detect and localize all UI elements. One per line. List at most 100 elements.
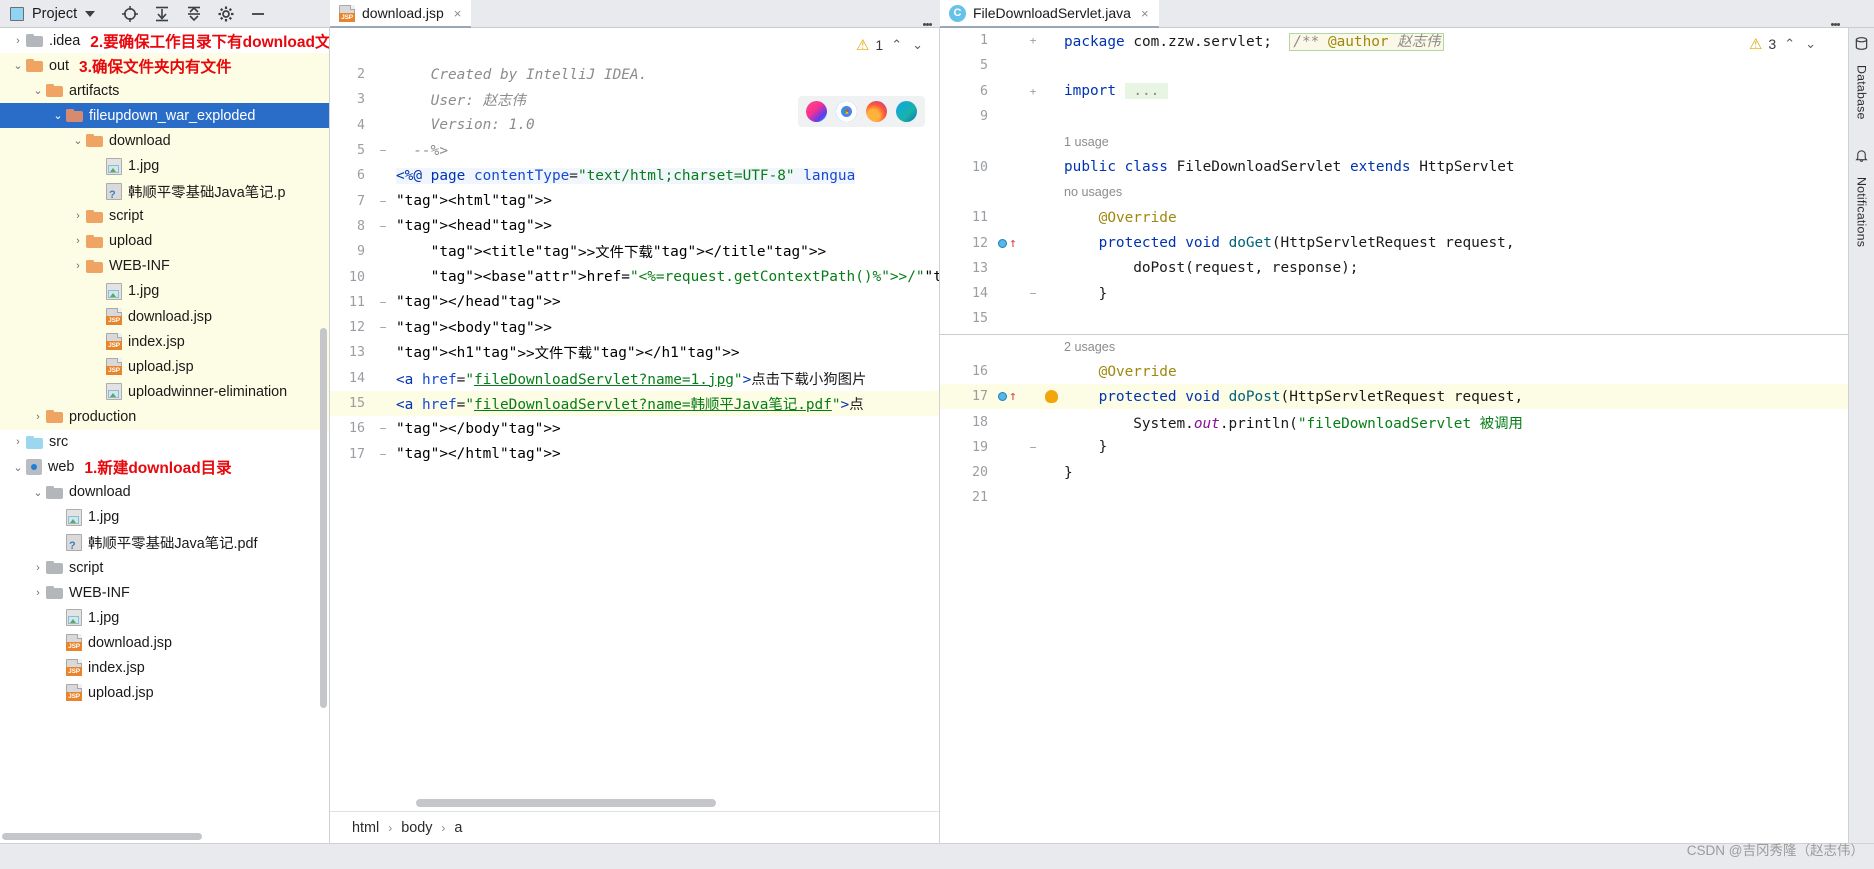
jsp-horizontal-scrollbar[interactable] (416, 799, 716, 807)
chevron-right-icon[interactable]: › (30, 562, 46, 574)
right-tab-more-icon[interactable] (1822, 21, 1848, 27)
tree-item-1-jpg[interactable]: 1.jpg (0, 153, 329, 179)
tree-item-artifacts[interactable]: ⌄ artifacts (0, 78, 329, 104)
tree-item-upload[interactable]: › upload (0, 228, 329, 254)
code-line[interactable]: 10 public class FileDownloadServlet exten… (940, 154, 1848, 179)
tree-item-idea[interactable]: › .idea 2.要确保工作目录下有download文件夹 (0, 28, 329, 53)
code-line[interactable]: 17 ↑ protected void doPost(HttpServletRequ… (940, 384, 1848, 410)
tree-item-out[interactable]: ⌄ out 3.确保文件夹内有文件 (0, 53, 329, 79)
prev-problem-icon[interactable]: ⌃ (889, 37, 904, 53)
expand-all-icon[interactable] (153, 5, 171, 23)
tree-item-upload-jsp[interactable]: JSP upload.jsp (0, 354, 329, 380)
prev-problem-icon[interactable]: ⌃ (1782, 36, 1797, 52)
code-line[interactable]: 20} (940, 460, 1848, 485)
code-line[interactable]: 15 <a href="fileDownloadServlet?name=韩顺平J… (330, 390, 939, 417)
chevron-down-icon[interactable]: ⌄ (70, 134, 86, 147)
code-line[interactable]: 15 (940, 306, 1848, 331)
fold-marker-icon[interactable]: − (374, 144, 392, 157)
code-line[interactable]: 21 (940, 485, 1848, 510)
code-line[interactable]: 12 ↑ protected void doGet(HttpServletReque… (940, 230, 1848, 255)
fold-marker-icon[interactable]: + (1024, 85, 1042, 98)
code-line[interactable]: 11− "tag"></head "tag" >> (330, 290, 939, 315)
tree-item-1-jpg[interactable]: 1.jpg (0, 605, 329, 630)
browser-launch-bar[interactable] (798, 96, 925, 127)
code-line[interactable]: 14 − } (940, 281, 1848, 306)
collapse-all-icon[interactable] (185, 5, 203, 23)
tree-item-src[interactable]: › src (0, 430, 329, 455)
tree-item-script[interactable]: › script (0, 203, 329, 229)
fold-marker-icon[interactable]: − (374, 195, 392, 208)
code-line[interactable]: 5− --%> (330, 138, 939, 163)
chevron-down-icon[interactable] (85, 10, 96, 17)
code-line[interactable]: 12− "tag"><body "tag" >> (330, 315, 939, 340)
tree-vertical-scrollbar[interactable] (320, 328, 327, 708)
tree-item-web[interactable]: ⌄ web 1.新建download目录 (0, 455, 329, 480)
tree-horizontal-scrollbar[interactable] (2, 833, 202, 840)
code-line[interactable]: 9 (940, 104, 1848, 129)
tree-item-download[interactable]: ⌄ download (0, 480, 329, 505)
tree-item-production[interactable]: › production (0, 404, 329, 430)
tab-download-jsp[interactable]: JSP download.jsp × (330, 0, 472, 28)
intention-bulb-icon[interactable] (1044, 390, 1058, 404)
rail-label-database[interactable]: Database (1855, 65, 1869, 120)
code-line[interactable]: 16 @Override (940, 359, 1848, 384)
breakpoint-icon[interactable] (998, 392, 1007, 402)
next-problem-icon[interactable]: ⌄ (910, 37, 925, 53)
override-marker-icon[interactable]: ↑ (1009, 389, 1017, 404)
tree-item-download[interactable]: ⌄ download (0, 128, 329, 154)
fold-marker-icon[interactable]: − (374, 422, 392, 435)
chevron-down-icon[interactable]: ⌄ (30, 84, 46, 97)
minimize-icon[interactable] (249, 5, 267, 23)
project-tree[interactable]: ›.idea2.要确保工作目录下有download文件夹⌄out3.确保文件夹内… (0, 28, 330, 843)
chevron-down-icon[interactable]: ⌄ (30, 486, 46, 499)
code-line[interactable]: 16− "tag"></body "tag" >> (330, 416, 939, 441)
fold-marker-icon[interactable]: − (374, 448, 392, 461)
code-line[interactable]: 19 − } (940, 435, 1848, 460)
code-line[interactable]: 13 doPost(request, response); (940, 256, 1848, 281)
chevron-right-icon[interactable]: › (10, 436, 26, 448)
breadcrumb-item-body[interactable]: body (401, 820, 432, 836)
tree-item-1-jpg[interactable]: 1.jpg (0, 505, 329, 530)
code-line[interactable]: 2 Created by IntelliJ IDEA. (330, 62, 939, 87)
code-line[interactable]: 18 System.out.println("fileDownloadServle… (940, 409, 1848, 434)
left-tab-more-icon[interactable] (914, 21, 940, 27)
chevron-right-icon[interactable]: › (70, 210, 86, 222)
chevron-right-icon[interactable]: › (30, 411, 46, 423)
tree-item-java-p[interactable]: ? 韩顺平零基础Java笔记.p (0, 178, 329, 204)
bell-icon[interactable] (1854, 148, 1869, 163)
code-line[interactable]: 1 + package com.zzw.servlet; /** @author 赵… (940, 28, 1848, 53)
code-line[interactable]: 11 @Override (940, 205, 1848, 230)
tree-item-download-jsp[interactable]: JSP download.jsp (0, 630, 329, 655)
firefox-icon[interactable] (866, 101, 887, 122)
fold-marker-icon[interactable]: − (374, 296, 392, 309)
tree-item-download-jsp[interactable]: JSP download.jsp (0, 304, 329, 330)
tree-item-1-jpg[interactable]: 1.jpg (0, 278, 329, 305)
tree-item-script[interactable]: › script (0, 555, 329, 580)
tree-item-index-jsp[interactable]: JSP index.jsp (0, 329, 329, 355)
code-line[interactable]: 14 <a href="fileDownloadServlet?name=1.jp… (330, 366, 939, 391)
close-icon[interactable]: × (454, 6, 462, 21)
fold-marker-icon[interactable]: − (374, 220, 392, 233)
fold-marker-icon[interactable]: + (1024, 34, 1042, 47)
code-line[interactable]: 17− "tag"></html "tag" >> (330, 441, 939, 466)
gear-icon[interactable] (217, 5, 235, 23)
chevron-down-icon[interactable]: ⌄ (10, 461, 26, 474)
tree-item-java-pdf[interactable]: ? 韩顺平零基础Java笔记.pdf (0, 530, 329, 555)
fold-marker-icon[interactable]: − (374, 321, 392, 334)
intellij-browser-icon[interactable] (806, 101, 827, 122)
chevron-right-icon[interactable]: › (70, 235, 86, 247)
breadcrumb-item-html[interactable]: html (352, 820, 379, 836)
tree-item-web-inf[interactable]: › WEB-INF (0, 253, 329, 279)
code-line[interactable]: 9 "tag"><title "tag" >>文件下载 "tag" ></title "t… (330, 239, 939, 264)
code-line[interactable]: 6 + import ... (940, 79, 1848, 104)
override-marker-icon[interactable]: ↑ (1009, 236, 1017, 251)
breadcrumb-item-a[interactable]: a (454, 820, 462, 836)
code-line[interactable]: 8− "tag"><head "tag" >> (330, 214, 939, 239)
chrome-icon[interactable] (836, 101, 857, 122)
tree-item-index-jsp[interactable]: JSP index.jsp (0, 655, 329, 680)
tree-item-fileupdown-war-exploded[interactable]: ⌄ fileupdown_war_exploded (0, 103, 329, 129)
jsp-code-area[interactable]: 2 Created by IntelliJ IDEA. 3 User: 赵志伟 4 … (330, 62, 939, 811)
chevron-right-icon[interactable]: › (10, 35, 26, 47)
close-icon[interactable]: × (1141, 6, 1149, 21)
edge-icon[interactable] (896, 101, 917, 122)
